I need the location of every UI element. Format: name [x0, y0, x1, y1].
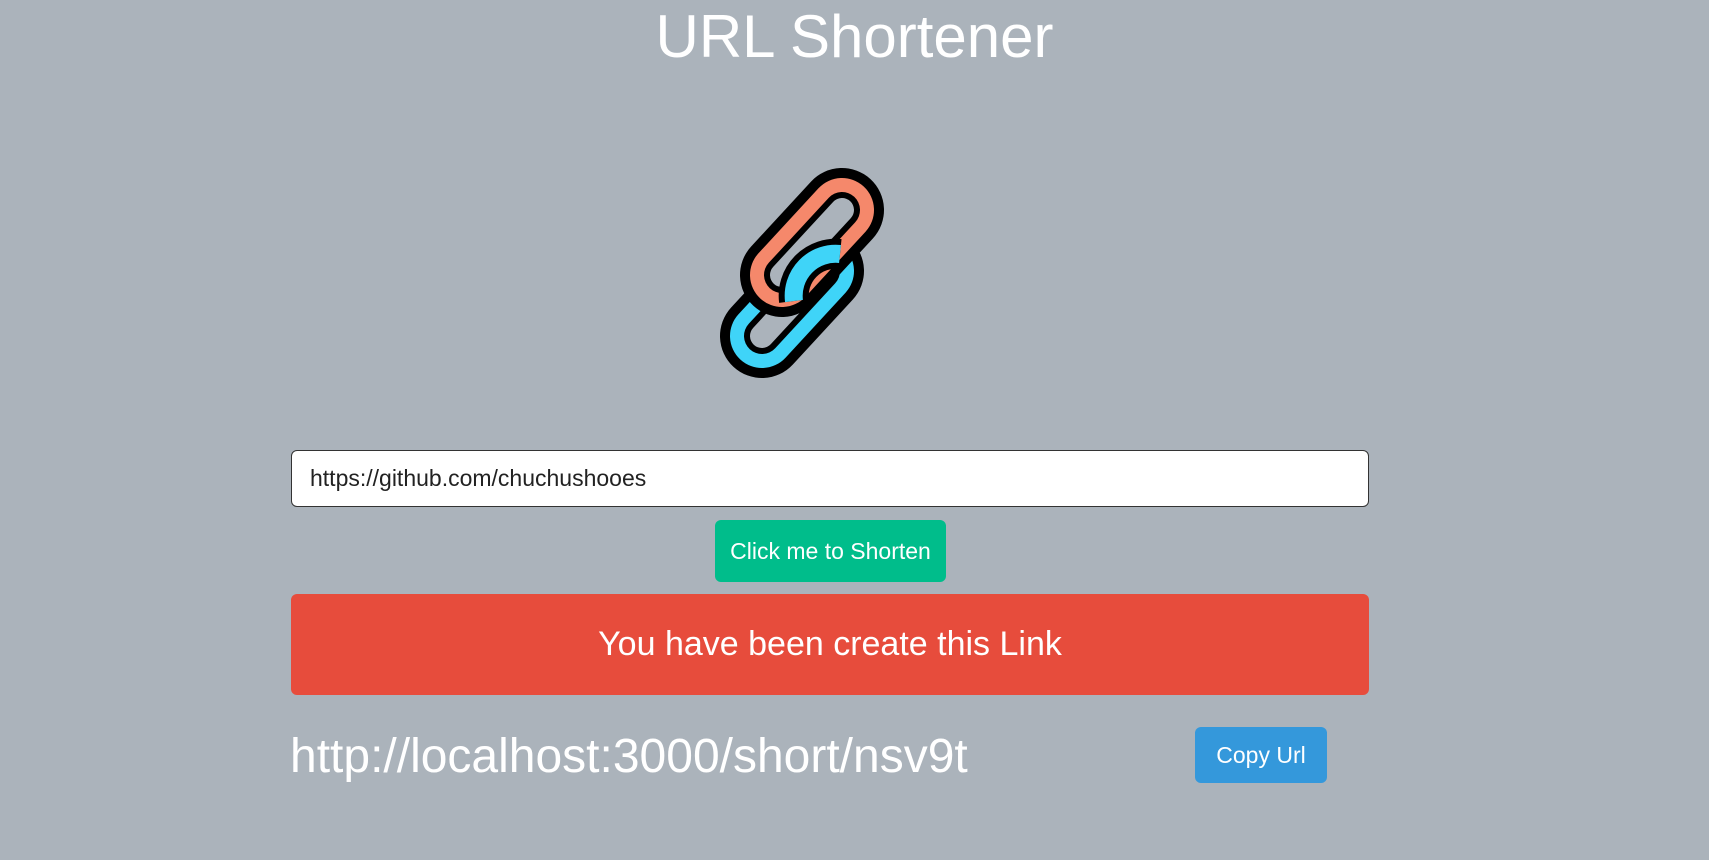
url-input[interactable] [291, 450, 1369, 507]
chain-link-icon [720, 168, 884, 378]
result-banner: You have been create this Link [291, 594, 1369, 695]
copy-url-button[interactable]: Copy Url [1195, 727, 1327, 783]
result-banner-text: You have been create this Link [598, 625, 1062, 663]
short-url-text: http://localhost:3000/short/nsv9t [290, 730, 968, 783]
page-title: URL Shortener [655, 3, 1054, 70]
shorten-button[interactable]: Click me to Shorten [715, 520, 946, 582]
